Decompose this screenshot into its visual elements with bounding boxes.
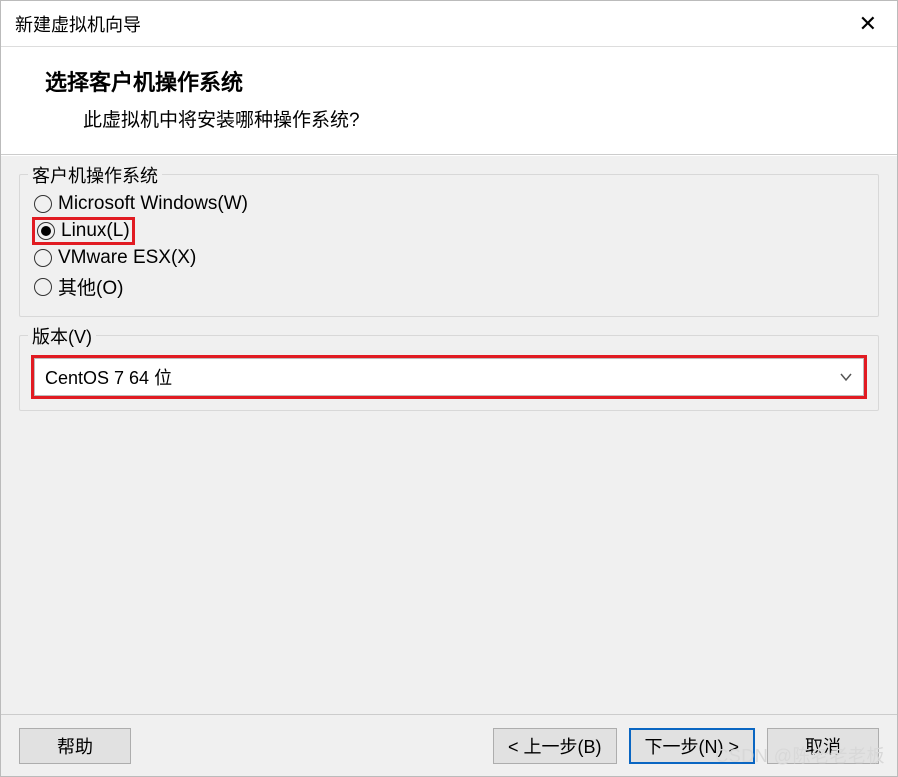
radio-windows[interactable]: Microsoft Windows(W) [34,191,248,217]
page-title: 选择客户机操作系统 [45,65,897,97]
chevron-down-icon [839,370,853,384]
page-subtitle: 此虚拟机中将安装哪种操作系统? [45,105,897,132]
radio-label: 其他(O) [58,273,123,300]
radio-icon [34,195,52,213]
radio-icon [37,222,55,240]
window-title: 新建虚拟机向导 [15,11,141,37]
version-group-legend: 版本(V) [28,323,96,349]
radio-linux[interactable]: Linux(L) [32,217,135,245]
body-area: 客户机操作系统 Microsoft Windows(W) Linux(L) VM… [1,155,897,714]
help-button[interactable]: 帮助 [19,728,131,764]
os-radio-list: Microsoft Windows(W) Linux(L) VMware ESX… [34,187,864,302]
os-group-legend: 客户机操作系统 [28,162,162,188]
radio-icon [34,278,52,296]
radio-icon [34,249,52,267]
version-group: 版本(V) CentOS 7 64 位 [19,335,879,411]
version-select[interactable]: CentOS 7 64 位 [34,358,864,396]
radio-label: Microsoft Windows(W) [58,193,248,215]
titlebar: 新建虚拟机向导 ✕ [1,1,897,47]
next-button[interactable]: 下一步(N) > [629,728,756,764]
version-select-value: CentOS 7 64 位 [45,364,172,390]
back-button[interactable]: < 上一步(B) [493,728,617,764]
cancel-button[interactable]: 取消 [767,728,879,764]
radio-label: Linux(L) [61,220,130,242]
close-icon[interactable]: ✕ [853,11,883,37]
radio-other[interactable]: 其他(O) [34,271,123,302]
radio-label: VMware ESX(X) [58,247,196,269]
radio-vmware-esx[interactable]: VMware ESX(X) [34,245,196,271]
os-group: 客户机操作系统 Microsoft Windows(W) Linux(L) VM… [19,174,879,317]
footer: 帮助 < 上一步(B) 下一步(N) > 取消 [1,714,897,776]
header-block: 选择客户机操作系统 此虚拟机中将安装哪种操作系统? [1,47,897,155]
wizard-dialog: 新建虚拟机向导 ✕ 选择客户机操作系统 此虚拟机中将安装哪种操作系统? 客户机操… [0,0,898,777]
